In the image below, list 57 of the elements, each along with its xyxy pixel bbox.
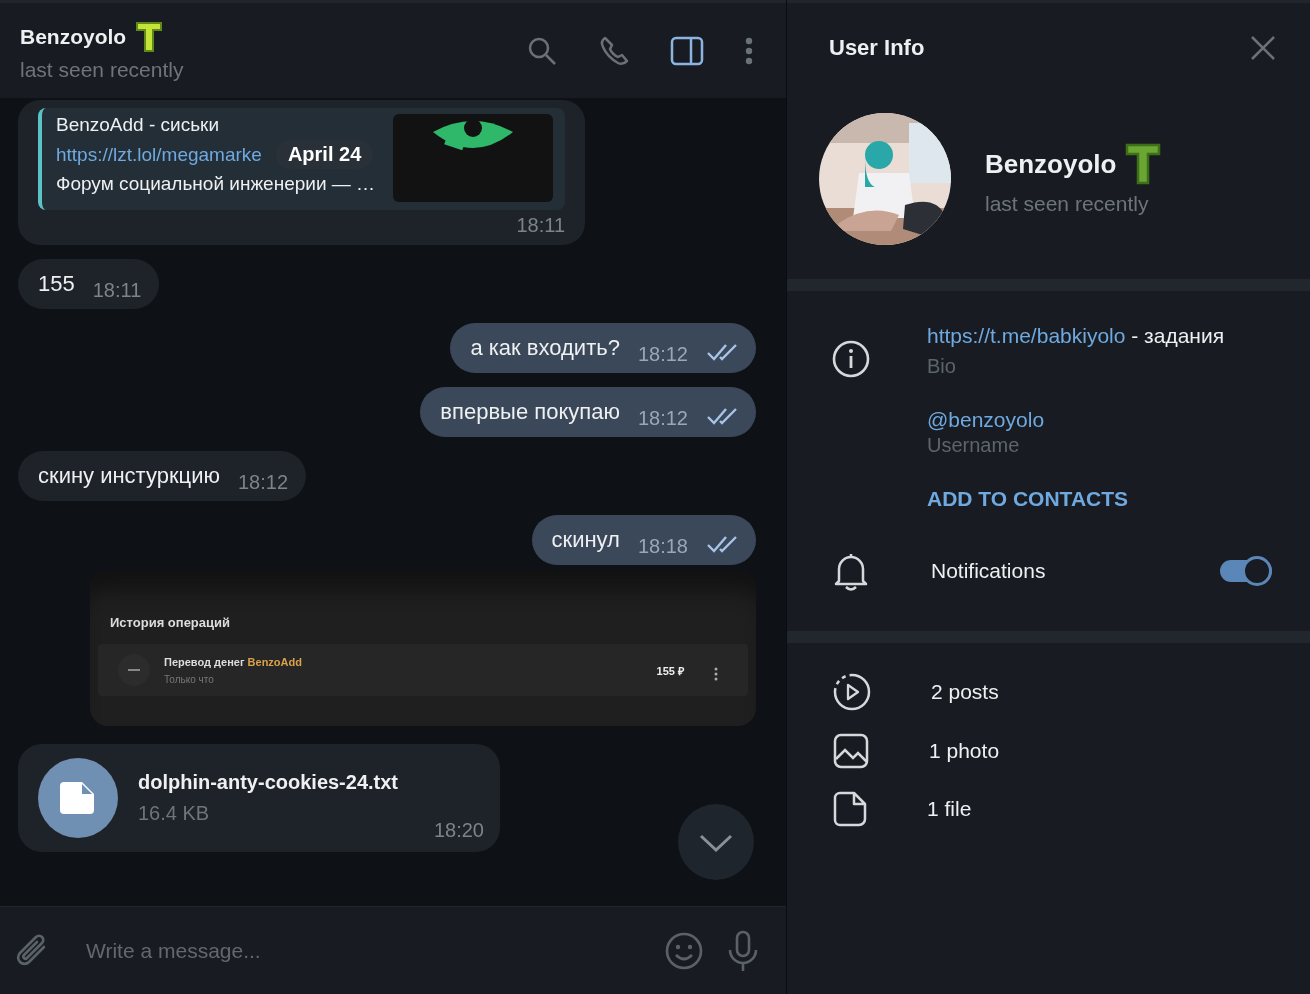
bell-icon [833,551,869,591]
message-text: скинул [551,527,620,553]
message-text: а как входить? [470,335,620,361]
message-time: 18:11 [516,214,566,237]
scroll-down-button[interactable] [678,804,754,880]
message-text: скину инстуркцию [38,463,220,489]
operation-amount: 155 ₽ [656,663,684,678]
operation-time: Только что [164,673,215,685]
message-time: 18:12 [637,407,688,430]
sidebar-toggle-icon[interactable] [670,35,704,66]
message-time: 18:20 [433,819,484,842]
info-icon [831,339,871,379]
story-icon [833,673,871,711]
media-row[interactable]: 1 photo [833,733,1280,769]
message-time: 18:12 [637,343,688,366]
username-label: Username [927,434,1020,457]
image-icon [833,733,869,769]
emoji-icon[interactable] [664,930,704,971]
message-text: впервые покупаю [440,399,620,425]
link-preview[interactable]: BenzoAdd - сиськи https://lzt.lol/megamarke April 24 Форум социальной инженерии — … [38,108,566,210]
file-size: 16.4 KB [138,802,211,825]
bio-label: Bio [927,355,956,378]
status-emoji-icon [1124,142,1163,186]
more-icon[interactable] [744,35,754,66]
more-icon [714,667,718,681]
operation-title: Перевод денег BenzoAdd [164,655,303,668]
microphone-icon[interactable] [726,929,760,972]
screenshot-heading: История операций [109,615,231,630]
document-icon[interactable] [38,758,118,838]
message-time: 18:18 [637,535,688,558]
message-text: 155 [38,271,75,297]
profile-status: last seen recently [985,192,1150,216]
close-icon[interactable] [1250,35,1276,61]
username-link[interactable]: @benzoyolo [927,408,1045,432]
profile-name: Benzoyolo [985,148,1117,180]
screenshot-image[interactable]: История операций Перевод денег BenzoAdd Только что 155 ₽ [90,571,756,726]
date-pill: April 24 [275,140,374,169]
notifications-label: Notifications [931,559,1047,583]
media-row[interactable]: 1 file [833,791,1280,827]
preview-description: Форум социальной инженерии — … [56,173,376,195]
minus-icon [118,654,150,686]
status-emoji-icon [134,19,165,54]
message-time: 18:11 [92,279,142,302]
panel-title: User Info [829,35,925,61]
contact-status: last seen recently [20,57,184,82]
preview-link[interactable]: https://lzt.lol/megamarke [56,143,262,166]
contact-name: Benzoyolo [20,24,127,49]
message-time: 18:12 [237,471,288,494]
file-icon [833,791,867,827]
add-to-contacts-button[interactable]: ADD TO CONTACTS [927,487,1129,511]
file-name: dolphin-anty-cookies-24.txt [138,771,400,794]
preview-title: BenzoAdd - сиськи [56,114,220,136]
bio-text: https://t.me/babkiyolo - задания [927,323,1226,349]
file-message[interactable]: dolphin-anty-cookies-24.txt 16.4 KB 18:20 [18,744,500,852]
bio-link[interactable]: https://t.me/babkiyolo [927,324,1126,347]
phone-icon[interactable] [598,34,630,67]
media-row[interactable]: 2 posts [833,673,1280,711]
